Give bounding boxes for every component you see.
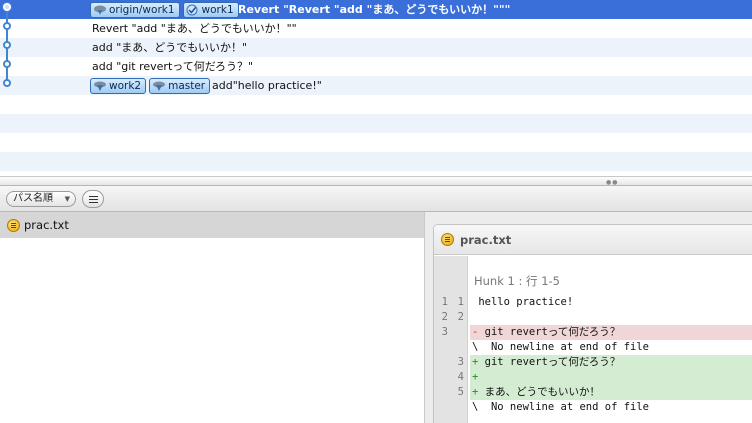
branch-icon xyxy=(94,81,106,91)
modified-icon xyxy=(7,219,20,232)
no-newline-note: \ No newline at end of file xyxy=(434,400,752,415)
line-content: - git revertって何だろう？ xyxy=(470,325,752,340)
pane-splitter[interactable]: ●● xyxy=(0,176,752,186)
line-content: + xyxy=(470,370,752,385)
new-line-number: 1 xyxy=(457,296,464,308)
addition-marker: + xyxy=(472,371,479,383)
new-line-number: 3 xyxy=(457,356,464,368)
commit-message: Revert "add "まあ、どうでもいいか！"" xyxy=(92,22,297,35)
splitter-grip-icon: ●● xyxy=(606,179,619,186)
commit-node xyxy=(3,41,11,49)
checked-out-branch-icon xyxy=(186,4,198,15)
sort-order-select[interactable]: パス名順 ▼ xyxy=(6,191,76,207)
commit-row[interactable]: work2 master add"hello practice!" xyxy=(0,76,752,95)
head-branch-badge[interactable]: work1 xyxy=(182,1,239,18)
diff-line[interactable]: 2 2 xyxy=(434,310,752,325)
cloud-icon xyxy=(94,5,106,15)
remote-branch-badge[interactable]: origin/work1 xyxy=(90,1,180,18)
line-text: git revertって何だろう？ xyxy=(478,326,621,338)
new-line-number: 5 xyxy=(457,386,464,398)
branch-badge[interactable]: work2 xyxy=(90,77,147,94)
commit-row[interactable]: add "まあ、どうでもいいか！" xyxy=(0,38,752,57)
line-content: + git revertって何だろう？ xyxy=(470,355,752,370)
deleted-line[interactable]: 3 - git revertって何だろう？ xyxy=(434,325,752,340)
empty-row xyxy=(0,152,752,171)
file-row[interactable]: prac.txt xyxy=(0,212,424,238)
commit-row[interactable]: origin/work1 work1 Revert "Revert "add "… xyxy=(0,0,752,19)
sort-order-label: パス名順 xyxy=(13,193,53,204)
ref-label: master xyxy=(168,79,206,92)
commit-node xyxy=(3,3,11,11)
commit-row[interactable]: Revert "add "まあ、どうでもいいか！"" xyxy=(0,19,752,38)
commit-node xyxy=(3,79,11,87)
added-line[interactable]: 5 + まあ、どうでもいいか！ xyxy=(434,385,752,400)
added-line[interactable]: 3 + git revertって何だろう？ xyxy=(434,355,752,370)
line-text: \ No newline at end of file xyxy=(472,341,650,353)
branch-icon xyxy=(153,81,166,91)
no-newline-note: \ No newline at end of file xyxy=(434,340,752,355)
empty-row xyxy=(0,133,752,152)
old-line-number: 2 xyxy=(441,311,448,323)
diff-line[interactable]: 1 1 hello practice! xyxy=(434,295,752,310)
file-name: prac.txt xyxy=(24,218,69,232)
modified-icon xyxy=(441,233,454,246)
commit-message: add "まあ、どうでもいいか！" xyxy=(92,41,248,54)
commit-node xyxy=(3,22,11,30)
old-line-number: 1 xyxy=(441,296,448,308)
line-text: hello practice! xyxy=(472,296,574,308)
diff-header: prac.txt xyxy=(434,225,752,255)
commit-message: Revert "Revert "add "まあ、どうでもいいか！""" xyxy=(238,3,511,16)
commit-row[interactable]: add "git revertって何だろう？" xyxy=(0,57,752,76)
line-content: + まあ、どうでもいいか！ xyxy=(470,385,752,400)
commit-node xyxy=(3,60,11,68)
diff-card: prac.txt Hunk 1 : 行 1-5 1 1 hello practi… xyxy=(433,224,752,423)
branch-badge[interactable]: master xyxy=(149,77,211,94)
empty-row xyxy=(0,95,752,114)
commit-history-list: origin/work1 work1 Revert "Revert "add "… xyxy=(0,0,752,176)
commit-refs: origin/work1 work1 xyxy=(90,1,239,18)
commit-message: add"hello practice!" xyxy=(212,79,322,92)
ref-label: origin/work1 xyxy=(109,3,175,16)
list-icon xyxy=(89,196,98,203)
chevron-down-icon: ▼ xyxy=(64,195,70,203)
commit-message: add "git revertって何だろう？" xyxy=(92,60,254,73)
ref-label: work1 xyxy=(201,3,234,16)
ref-label: work2 xyxy=(109,79,142,92)
old-line-number: 3 xyxy=(441,326,448,338)
line-text: \ No newline at end of file xyxy=(472,401,650,413)
line-text: git revertって何だろう？ xyxy=(478,356,621,368)
new-line-number: 4 xyxy=(457,371,464,383)
changed-files-list: prac.txt xyxy=(0,212,425,423)
line-text: まあ、どうでもいいか！ xyxy=(478,386,600,398)
diff-file-name: prac.txt xyxy=(460,233,512,247)
added-line[interactable]: 4 + xyxy=(434,370,752,385)
empty-row xyxy=(0,114,752,133)
file-list-toolbar: パス名順 ▼ xyxy=(0,186,752,212)
diff-pane: prac.txt Hunk 1 : 行 1-5 1 1 hello practi… xyxy=(425,212,752,423)
list-view-button[interactable] xyxy=(82,190,104,208)
commit-refs: work2 master xyxy=(90,77,211,94)
hunk-title: Hunk 1 : 行 1-5 xyxy=(474,274,560,288)
new-line-number: 2 xyxy=(457,311,464,323)
